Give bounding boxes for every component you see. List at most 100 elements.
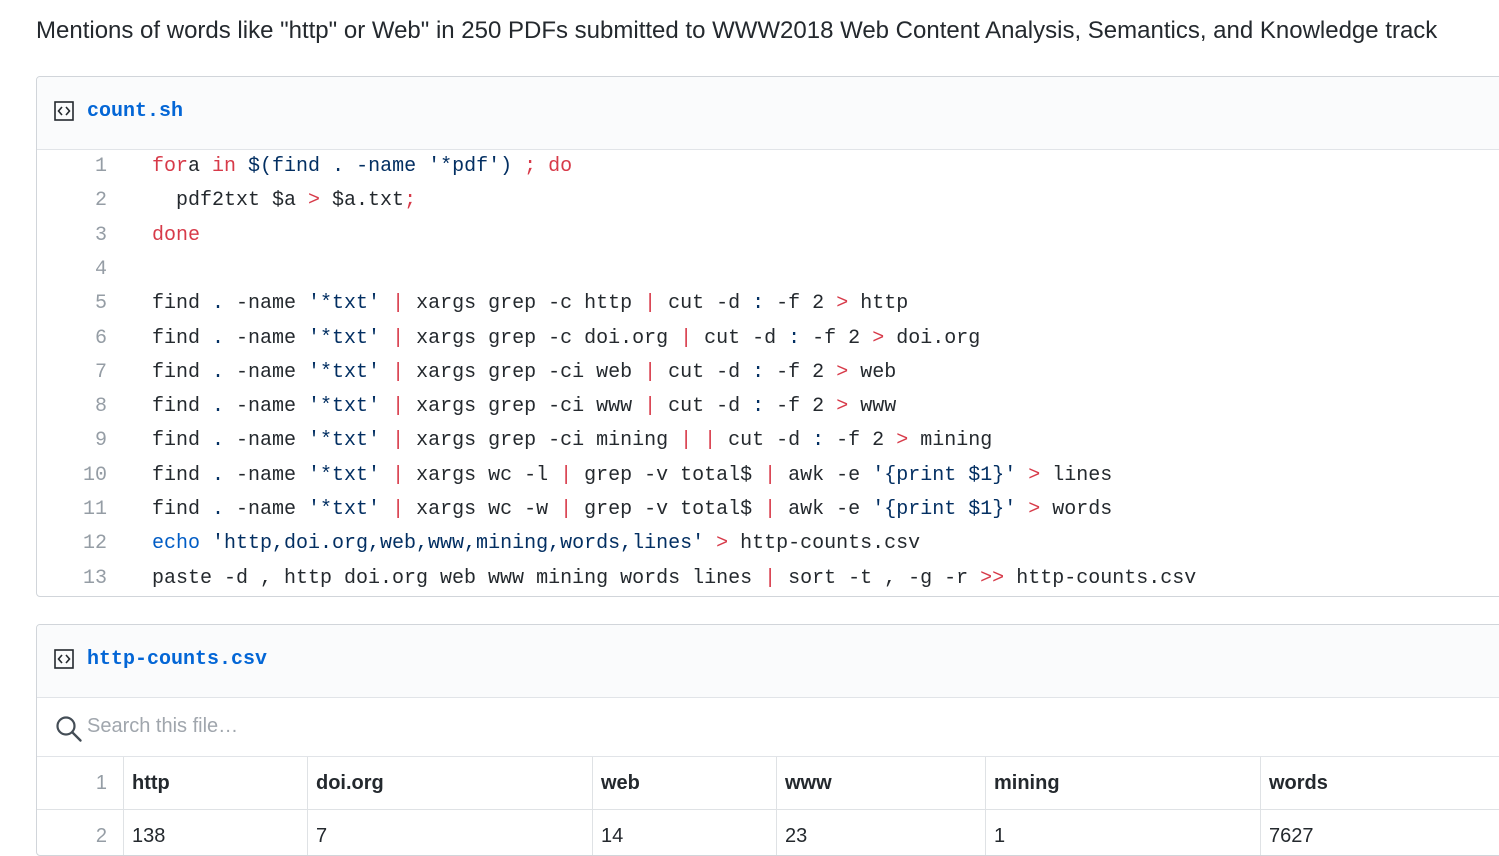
line-number[interactable]: 5: [37, 287, 107, 321]
line-number[interactable]: 4: [37, 253, 107, 287]
code-token: words: [1040, 498, 1113, 521]
code-token: |: [644, 292, 657, 316]
code-token: '*txt': [308, 498, 381, 521]
code-token: mining: [908, 429, 993, 453]
code-token: cut -d: [716, 429, 813, 453]
code-token: in: [212, 155, 237, 178]
line-number[interactable]: 1: [37, 757, 107, 809]
code-token: :: [788, 326, 801, 350]
code-token: |: [644, 395, 657, 419]
code-token: $a.txt: [320, 189, 405, 213]
line-number[interactable]: 2: [37, 184, 107, 218]
line-number[interactable]: 10: [37, 459, 107, 493]
code-token: http-counts.csv: [728, 532, 921, 556]
line-number[interactable]: 13: [37, 562, 107, 596]
code-token: |: [380, 429, 405, 453]
code-token: pdf2txt $a: [152, 189, 309, 213]
code-token: cut -d: [656, 395, 753, 419]
code-token: for: [152, 155, 189, 178]
code-token: -name: [344, 155, 429, 178]
code-token: $(find: [236, 155, 333, 178]
code-token: a: [188, 155, 213, 178]
code-token: >>: [980, 566, 1005, 590]
line-number[interactable]: 9: [37, 424, 107, 458]
line-code: done: [152, 219, 200, 253]
code-token: xargs grep -ci mining: [404, 429, 681, 453]
code-token: ;: [404, 189, 417, 213]
code-line: 13 paste -d , http doi.org web www mining…: [37, 562, 1499, 596]
line-code: find . -name '*txt' | xargs grep -ci web…: [152, 356, 896, 390]
code-token: -name: [224, 326, 309, 350]
code-line: 9 find . -name '*txt' | xargs grep -ci mi…: [37, 424, 1499, 458]
file-name-link[interactable]: http-counts.csv: [87, 648, 267, 672]
search-input[interactable]: [87, 710, 687, 742]
column-header: www: [776, 757, 985, 809]
code-token: |: [764, 463, 777, 487]
code-token: -f 2: [764, 360, 837, 384]
file-header: count.sh: [37, 77, 1499, 150]
code-token: find: [152, 326, 213, 350]
code-token: -name: [224, 498, 309, 521]
code-token: -f 2: [800, 326, 873, 350]
code-token: .: [332, 155, 345, 178]
code-line: 5 find . -name '*txt' | xargs grep -c htt…: [37, 287, 1499, 321]
gist-description: Mentions of words like "http" or Web" in…: [36, 17, 1438, 44]
column-header: web: [592, 757, 776, 809]
code-token: >: [872, 326, 885, 350]
line-number[interactable]: 12: [37, 527, 107, 561]
code-token: |: [644, 360, 657, 384]
code-token: awk -e: [776, 498, 873, 521]
code-token: |: [380, 292, 405, 316]
table-cell: 138: [123, 810, 307, 855]
code-token: sort -t , -g -r: [776, 566, 981, 590]
code-token: >: [836, 395, 849, 419]
line-number[interactable]: 1: [37, 150, 107, 184]
table-cell: 23: [776, 810, 985, 855]
code-token: >: [896, 429, 909, 453]
code-token: paste -d , http doi.org web www mining w…: [152, 566, 765, 590]
code-line: 8 find . -name '*txt' | xargs grep -ci ww…: [37, 390, 1499, 424]
code-token: :: [752, 360, 765, 384]
code-token: |: [680, 326, 693, 350]
line-number[interactable]: 8: [37, 390, 107, 424]
line-number[interactable]: 7: [37, 356, 107, 390]
code-token: -name: [224, 292, 309, 316]
code-token: |: [380, 360, 405, 384]
code-line: 2 pdf2txt $a > $a.txt;: [37, 184, 1499, 218]
line-code: find . -name '*txt' | xargs grep -ci www…: [152, 390, 896, 424]
line-code: find . -name '*txt' | xargs grep -c http…: [152, 287, 908, 321]
code-token: cut -d: [656, 292, 753, 316]
code-line: 11 find . -name '*txt' | xargs wc -w | gr…: [37, 493, 1499, 527]
line-code: find . -name '*txt' | xargs grep -c doi.…: [152, 322, 980, 356]
code-token: awk -e: [776, 463, 873, 487]
file-header: http-counts.csv: [37, 625, 1499, 698]
line-number[interactable]: 11: [37, 493, 107, 527]
code-token: '*txt': [308, 429, 381, 453]
code-token: doi.org: [884, 326, 981, 350]
file-name-link[interactable]: count.sh: [87, 100, 183, 124]
code-token: -f 2: [824, 429, 897, 453]
code-token: xargs grep -ci www: [404, 395, 645, 419]
code-token: '*txt': [308, 292, 381, 316]
line-code: paste -d , http doi.org web www mining w…: [152, 562, 1196, 596]
line-number[interactable]: 3: [37, 219, 107, 253]
code-token: |: [764, 498, 777, 521]
code-token: done: [152, 223, 201, 247]
code-token: cut -d: [656, 360, 753, 384]
line-number[interactable]: 2: [37, 810, 107, 855]
code-line: 7 find . -name '*txt' | xargs grep -ci we…: [37, 356, 1499, 390]
line-code: find . -name '*txt' | xargs grep -ci min…: [152, 424, 992, 458]
code-token: :: [812, 429, 825, 453]
code-token: -name: [224, 463, 309, 487]
code-token: '*txt': [308, 326, 381, 350]
code-token: '{print $1}': [872, 498, 1017, 521]
code-token: .: [212, 292, 225, 316]
code-token: xargs grep -c http: [404, 292, 645, 316]
line-number[interactable]: 6: [37, 322, 107, 356]
table-cell: 14: [592, 810, 776, 855]
code-token: find: [152, 463, 213, 487]
code-token: find: [152, 292, 213, 316]
code-line: 6 find . -name '*txt' | xargs grep -c doi…: [37, 322, 1499, 356]
code-token: |: [560, 463, 573, 487]
code-token: '*txt': [308, 360, 381, 384]
